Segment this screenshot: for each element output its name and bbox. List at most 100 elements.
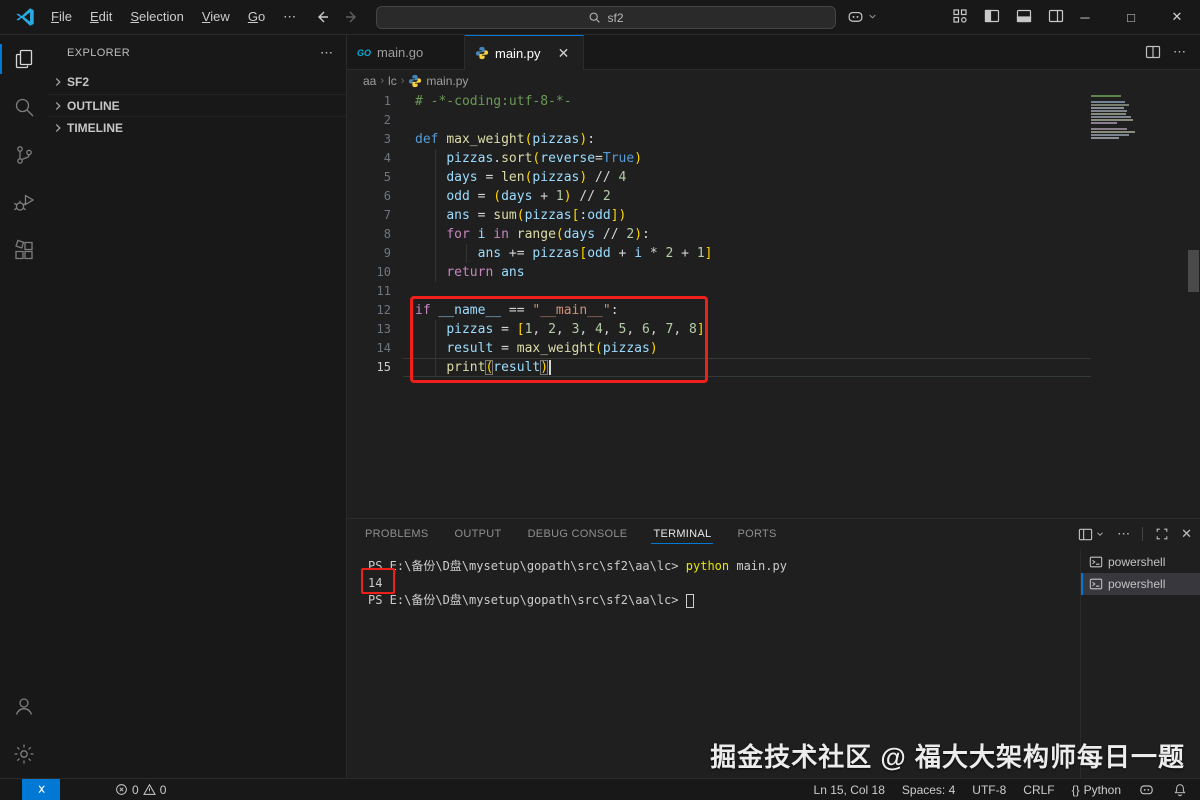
error-count: 0 bbox=[132, 782, 139, 797]
copilot-icon bbox=[848, 11, 863, 22]
menu-item-file[interactable]: File bbox=[42, 5, 81, 29]
code-line[interactable]: 14 result = max_weight(pizzas) bbox=[347, 339, 1200, 358]
close-panel-icon[interactable]: ✕ bbox=[1181, 526, 1192, 542]
run-debug-activity-icon[interactable] bbox=[0, 179, 47, 227]
activity-bar bbox=[0, 35, 47, 778]
breadcrumb-item-lc[interactable]: lc bbox=[388, 74, 397, 88]
code-text: def max_weight(pizzas): bbox=[415, 132, 596, 147]
editor-more-actions-icon[interactable]: ⋯ bbox=[1173, 44, 1186, 60]
code-text: days = len(pizzas) // 4 bbox=[446, 170, 627, 185]
panel-more-actions-icon[interactable]: ⋯ bbox=[1117, 526, 1130, 542]
terminal-instance-row[interactable]: powershell bbox=[1081, 551, 1200, 573]
eol-indicator[interactable]: CRLF bbox=[1023, 783, 1054, 797]
sidebar-section-outline[interactable]: OUTLINE bbox=[47, 94, 346, 116]
terminal-prompt-icon bbox=[1089, 577, 1103, 591]
editor-scrollbar[interactable] bbox=[1188, 250, 1199, 292]
terminal-line: 14 bbox=[368, 576, 383, 590]
warning-count: 0 bbox=[159, 782, 167, 797]
launch-profile-icon[interactable] bbox=[1078, 527, 1105, 542]
code-text: pizzas.sort(reverse=True) bbox=[446, 151, 643, 166]
encoding-indicator[interactable]: UTF-8 bbox=[972, 783, 1006, 797]
code-line[interactable]: 2 bbox=[347, 111, 1200, 130]
toggle-sidebar-icon[interactable] bbox=[984, 8, 1000, 24]
sidebar-section-timeline[interactable]: TIMELINE bbox=[47, 116, 346, 138]
breadcrumb-separator: › bbox=[380, 75, 385, 87]
close-tab-icon[interactable]: ✕ bbox=[555, 44, 573, 62]
explorer-activity-icon[interactable] bbox=[0, 35, 47, 83]
remote-indicator[interactable] bbox=[22, 778, 60, 800]
code-line[interactable]: 13 pizzas = [1, 2, 3, 4, 5, 6, 7, 8] bbox=[347, 320, 1200, 339]
menu-item-view[interactable]: View bbox=[193, 5, 239, 29]
source-control-activity-icon[interactable] bbox=[0, 131, 47, 179]
line-col-indicator[interactable]: Ln 15, Col 18 bbox=[814, 783, 885, 797]
tab-main.go[interactable]: GO main.go bbox=[347, 35, 465, 70]
toggle-panel-icon[interactable] bbox=[1016, 8, 1032, 24]
terminal[interactable]: PS E:\备份\D盘\mysetup\gopath\src\sf2\aa\lc… bbox=[347, 549, 1080, 778]
maximize-button[interactable]: □ bbox=[1108, 0, 1154, 34]
status-label: Ln 15, Col 18 bbox=[813, 782, 885, 797]
code-line[interactable]: 9 ans += pizzas[odd + i * 2 + 1] bbox=[347, 244, 1200, 263]
code-text: return ans bbox=[446, 265, 525, 280]
code-text: result = max_weight(pizzas) bbox=[446, 341, 658, 356]
code-editor[interactable]: 1 # -*-coding:utf-8-*- 2 3 def max_weight(pi… bbox=[347, 92, 1200, 518]
panel-tab-ports[interactable]: PORTS bbox=[735, 519, 778, 549]
chevron-down-icon bbox=[869, 14, 876, 19]
sidebar-more-actions-icon[interactable]: ⋯ bbox=[320, 45, 334, 61]
language-indicator[interactable]: {} Python bbox=[1072, 783, 1121, 797]
menu-overflow-button[interactable]: ⋯ bbox=[274, 9, 305, 25]
indentation-indicator[interactable]: Spaces: 4 bbox=[902, 783, 955, 797]
code-line[interactable]: 15 print(result) bbox=[347, 358, 1200, 377]
back-button[interactable] bbox=[314, 9, 330, 25]
close-window-button[interactable]: ✕ bbox=[1154, 0, 1200, 34]
code-line[interactable]: 3 def max_weight(pizzas): bbox=[347, 130, 1200, 149]
code-line[interactable]: 7 ans = sum(pizzas[:odd]) bbox=[347, 206, 1200, 225]
code-line[interactable]: 12 if __name__ == "__main__": bbox=[347, 301, 1200, 320]
split-editor-icon[interactable] bbox=[1145, 44, 1161, 60]
line-number: 8 bbox=[383, 227, 391, 241]
explorer-sidebar: EXPLORER ⋯ SF2 OUTLINE TIMELINE bbox=[47, 35, 347, 778]
accounts-icon[interactable] bbox=[0, 682, 47, 730]
tab-main.py[interactable]: main.py ✕ bbox=[465, 35, 584, 70]
code-line[interactable]: 1 # -*-coding:utf-8-*- bbox=[347, 92, 1200, 111]
status-label: CRLF bbox=[1023, 782, 1055, 797]
search-activity-icon[interactable] bbox=[0, 83, 47, 131]
command-center-search[interactable]: sf2 bbox=[376, 6, 836, 29]
maximize-panel-icon[interactable] bbox=[1155, 527, 1169, 541]
panel-tab-problems[interactable]: PROBLEMS bbox=[363, 519, 431, 549]
minimize-button[interactable]: ─ bbox=[1062, 0, 1108, 34]
status-label: Python bbox=[1083, 782, 1121, 797]
search-value: sf2 bbox=[607, 10, 624, 25]
forward-button[interactable] bbox=[344, 9, 360, 25]
code-line[interactable]: 5 days = len(pizzas) // 4 bbox=[347, 168, 1200, 187]
terminal-cursor bbox=[685, 593, 694, 608]
problems-indicator[interactable]: 0 0 bbox=[115, 783, 166, 797]
breadcrumb-item-aa[interactable]: aa bbox=[363, 74, 376, 88]
terminal-instance-row[interactable]: powershell bbox=[1081, 573, 1200, 595]
tab-label: main.go bbox=[377, 45, 424, 60]
panel-tab-output[interactable]: OUTPUT bbox=[453, 519, 504, 549]
copilot-status-icon[interactable] bbox=[1138, 781, 1155, 798]
panel-tab-terminal[interactable]: TERMINAL bbox=[651, 519, 714, 549]
code-line[interactable]: 11 bbox=[347, 282, 1200, 301]
code-line[interactable]: 6 odd = (days + 1) // 2 bbox=[347, 187, 1200, 206]
python-file-icon bbox=[408, 74, 422, 88]
copilot-menu-button[interactable] bbox=[846, 7, 878, 26]
notifications-bell-icon[interactable] bbox=[1172, 782, 1188, 798]
panel-tab-debug-console[interactable]: DEBUG CONSOLE bbox=[526, 519, 630, 549]
menu-item-edit[interactable]: Edit bbox=[81, 5, 121, 29]
breadcrumb-item-main.py[interactable]: main.py bbox=[408, 74, 468, 88]
sidebar-section-sf2[interactable]: SF2 bbox=[47, 70, 346, 94]
settings-gear-icon[interactable] bbox=[0, 730, 47, 778]
braces-icon: {} bbox=[1071, 782, 1080, 797]
code-line[interactable]: 4 pizzas.sort(reverse=True) bbox=[347, 149, 1200, 168]
minimap[interactable] bbox=[1091, 95, 1141, 140]
line-number: 11 bbox=[376, 284, 391, 298]
menu-item-go[interactable]: Go bbox=[239, 5, 274, 29]
extensions-activity-icon[interactable] bbox=[0, 227, 47, 275]
terminal-instance-list: powershell powershell bbox=[1080, 549, 1200, 778]
code-line[interactable]: 8 for i in range(days // 2): bbox=[347, 225, 1200, 244]
code-line[interactable]: 10 return ans bbox=[347, 263, 1200, 282]
menu-item-selection[interactable]: Selection bbox=[121, 5, 192, 29]
customize-layout-icon[interactable] bbox=[952, 8, 968, 24]
chevron-right-icon bbox=[51, 121, 65, 135]
